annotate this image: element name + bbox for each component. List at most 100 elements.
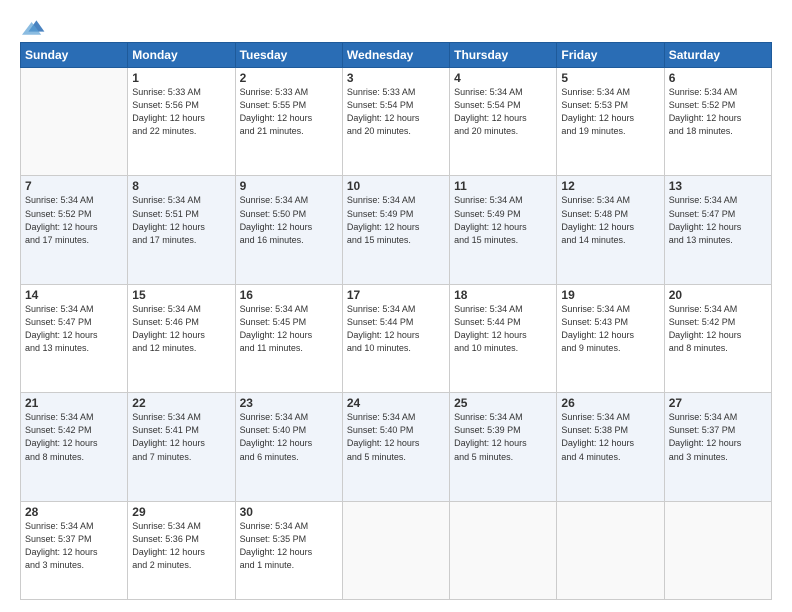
- calendar-day-cell: 2Sunrise: 5:33 AM Sunset: 5:55 PM Daylig…: [235, 68, 342, 176]
- day-info: Sunrise: 5:34 AM Sunset: 5:49 PM Dayligh…: [347, 194, 445, 246]
- day-number: 25: [454, 396, 552, 410]
- calendar-week-row: 14Sunrise: 5:34 AM Sunset: 5:47 PM Dayli…: [21, 284, 772, 392]
- calendar-day-cell: [21, 68, 128, 176]
- calendar-day-cell: 11Sunrise: 5:34 AM Sunset: 5:49 PM Dayli…: [450, 176, 557, 284]
- calendar-day-cell: 8Sunrise: 5:34 AM Sunset: 5:51 PM Daylig…: [128, 176, 235, 284]
- day-number: 14: [25, 288, 123, 302]
- day-number: 10: [347, 179, 445, 193]
- calendar-day-cell: 24Sunrise: 5:34 AM Sunset: 5:40 PM Dayli…: [342, 393, 449, 501]
- calendar-day-cell: 18Sunrise: 5:34 AM Sunset: 5:44 PM Dayli…: [450, 284, 557, 392]
- calendar-day-cell: [450, 501, 557, 599]
- day-info: Sunrise: 5:34 AM Sunset: 5:49 PM Dayligh…: [454, 194, 552, 246]
- calendar-day-cell: 6Sunrise: 5:34 AM Sunset: 5:52 PM Daylig…: [664, 68, 771, 176]
- day-number: 20: [669, 288, 767, 302]
- calendar-header-row: SundayMondayTuesdayWednesdayThursdayFrid…: [21, 43, 772, 68]
- day-info: Sunrise: 5:34 AM Sunset: 5:35 PM Dayligh…: [240, 520, 338, 572]
- calendar-day-cell: 13Sunrise: 5:34 AM Sunset: 5:47 PM Dayli…: [664, 176, 771, 284]
- calendar-day-cell: 10Sunrise: 5:34 AM Sunset: 5:49 PM Dayli…: [342, 176, 449, 284]
- day-info: Sunrise: 5:34 AM Sunset: 5:42 PM Dayligh…: [669, 303, 767, 355]
- day-number: 29: [132, 505, 230, 519]
- calendar-day-cell: 14Sunrise: 5:34 AM Sunset: 5:47 PM Dayli…: [21, 284, 128, 392]
- calendar-day-cell: 21Sunrise: 5:34 AM Sunset: 5:42 PM Dayli…: [21, 393, 128, 501]
- logo: [20, 16, 46, 32]
- day-number: 23: [240, 396, 338, 410]
- day-info: Sunrise: 5:33 AM Sunset: 5:56 PM Dayligh…: [132, 86, 230, 138]
- day-info: Sunrise: 5:33 AM Sunset: 5:55 PM Dayligh…: [240, 86, 338, 138]
- day-number: 28: [25, 505, 123, 519]
- page: SundayMondayTuesdayWednesdayThursdayFrid…: [0, 0, 792, 612]
- calendar-day-cell: 26Sunrise: 5:34 AM Sunset: 5:38 PM Dayli…: [557, 393, 664, 501]
- logo-icon: [22, 16, 46, 36]
- calendar-day-cell: 9Sunrise: 5:34 AM Sunset: 5:50 PM Daylig…: [235, 176, 342, 284]
- calendar-day-cell: 16Sunrise: 5:34 AM Sunset: 5:45 PM Dayli…: [235, 284, 342, 392]
- day-number: 6: [669, 71, 767, 85]
- day-info: Sunrise: 5:34 AM Sunset: 5:40 PM Dayligh…: [240, 411, 338, 463]
- day-number: 26: [561, 396, 659, 410]
- day-info: Sunrise: 5:34 AM Sunset: 5:37 PM Dayligh…: [669, 411, 767, 463]
- col-header-thursday: Thursday: [450, 43, 557, 68]
- day-number: 8: [132, 179, 230, 193]
- calendar-day-cell: [664, 501, 771, 599]
- calendar-day-cell: 23Sunrise: 5:34 AM Sunset: 5:40 PM Dayli…: [235, 393, 342, 501]
- day-info: Sunrise: 5:34 AM Sunset: 5:47 PM Dayligh…: [669, 194, 767, 246]
- day-number: 30: [240, 505, 338, 519]
- day-number: 2: [240, 71, 338, 85]
- day-info: Sunrise: 5:34 AM Sunset: 5:38 PM Dayligh…: [561, 411, 659, 463]
- calendar-day-cell: 20Sunrise: 5:34 AM Sunset: 5:42 PM Dayli…: [664, 284, 771, 392]
- day-number: 15: [132, 288, 230, 302]
- day-info: Sunrise: 5:34 AM Sunset: 5:52 PM Dayligh…: [669, 86, 767, 138]
- calendar-day-cell: 22Sunrise: 5:34 AM Sunset: 5:41 PM Dayli…: [128, 393, 235, 501]
- day-info: Sunrise: 5:34 AM Sunset: 5:52 PM Dayligh…: [25, 194, 123, 246]
- day-info: Sunrise: 5:34 AM Sunset: 5:54 PM Dayligh…: [454, 86, 552, 138]
- calendar-day-cell: 30Sunrise: 5:34 AM Sunset: 5:35 PM Dayli…: [235, 501, 342, 599]
- calendar-week-row: 21Sunrise: 5:34 AM Sunset: 5:42 PM Dayli…: [21, 393, 772, 501]
- col-header-saturday: Saturday: [664, 43, 771, 68]
- calendar-day-cell: [557, 501, 664, 599]
- calendar-day-cell: 25Sunrise: 5:34 AM Sunset: 5:39 PM Dayli…: [450, 393, 557, 501]
- day-info: Sunrise: 5:34 AM Sunset: 5:50 PM Dayligh…: [240, 194, 338, 246]
- day-info: Sunrise: 5:34 AM Sunset: 5:40 PM Dayligh…: [347, 411, 445, 463]
- day-number: 3: [347, 71, 445, 85]
- calendar-day-cell: 3Sunrise: 5:33 AM Sunset: 5:54 PM Daylig…: [342, 68, 449, 176]
- day-info: Sunrise: 5:34 AM Sunset: 5:46 PM Dayligh…: [132, 303, 230, 355]
- day-info: Sunrise: 5:34 AM Sunset: 5:45 PM Dayligh…: [240, 303, 338, 355]
- day-info: Sunrise: 5:34 AM Sunset: 5:47 PM Dayligh…: [25, 303, 123, 355]
- col-header-monday: Monday: [128, 43, 235, 68]
- day-number: 17: [347, 288, 445, 302]
- day-number: 11: [454, 179, 552, 193]
- day-number: 27: [669, 396, 767, 410]
- calendar-day-cell: 17Sunrise: 5:34 AM Sunset: 5:44 PM Dayli…: [342, 284, 449, 392]
- calendar-day-cell: 15Sunrise: 5:34 AM Sunset: 5:46 PM Dayli…: [128, 284, 235, 392]
- calendar-day-cell: 5Sunrise: 5:34 AM Sunset: 5:53 PM Daylig…: [557, 68, 664, 176]
- calendar-day-cell: 1Sunrise: 5:33 AM Sunset: 5:56 PM Daylig…: [128, 68, 235, 176]
- day-number: 13: [669, 179, 767, 193]
- day-number: 4: [454, 71, 552, 85]
- col-header-wednesday: Wednesday: [342, 43, 449, 68]
- calendar-day-cell: 28Sunrise: 5:34 AM Sunset: 5:37 PM Dayli…: [21, 501, 128, 599]
- calendar-week-row: 1Sunrise: 5:33 AM Sunset: 5:56 PM Daylig…: [21, 68, 772, 176]
- calendar-day-cell: 4Sunrise: 5:34 AM Sunset: 5:54 PM Daylig…: [450, 68, 557, 176]
- day-number: 19: [561, 288, 659, 302]
- day-info: Sunrise: 5:34 AM Sunset: 5:41 PM Dayligh…: [132, 411, 230, 463]
- day-info: Sunrise: 5:34 AM Sunset: 5:37 PM Dayligh…: [25, 520, 123, 572]
- day-info: Sunrise: 5:34 AM Sunset: 5:48 PM Dayligh…: [561, 194, 659, 246]
- day-info: Sunrise: 5:34 AM Sunset: 5:44 PM Dayligh…: [454, 303, 552, 355]
- col-header-tuesday: Tuesday: [235, 43, 342, 68]
- day-number: 5: [561, 71, 659, 85]
- calendar-week-row: 7Sunrise: 5:34 AM Sunset: 5:52 PM Daylig…: [21, 176, 772, 284]
- calendar-day-cell: [342, 501, 449, 599]
- day-info: Sunrise: 5:34 AM Sunset: 5:43 PM Dayligh…: [561, 303, 659, 355]
- day-info: Sunrise: 5:34 AM Sunset: 5:36 PM Dayligh…: [132, 520, 230, 572]
- day-number: 21: [25, 396, 123, 410]
- day-info: Sunrise: 5:34 AM Sunset: 5:39 PM Dayligh…: [454, 411, 552, 463]
- calendar-day-cell: 29Sunrise: 5:34 AM Sunset: 5:36 PM Dayli…: [128, 501, 235, 599]
- day-info: Sunrise: 5:33 AM Sunset: 5:54 PM Dayligh…: [347, 86, 445, 138]
- calendar-day-cell: 7Sunrise: 5:34 AM Sunset: 5:52 PM Daylig…: [21, 176, 128, 284]
- day-info: Sunrise: 5:34 AM Sunset: 5:42 PM Dayligh…: [25, 411, 123, 463]
- calendar-day-cell: 12Sunrise: 5:34 AM Sunset: 5:48 PM Dayli…: [557, 176, 664, 284]
- calendar-day-cell: 27Sunrise: 5:34 AM Sunset: 5:37 PM Dayli…: [664, 393, 771, 501]
- calendar-day-cell: 19Sunrise: 5:34 AM Sunset: 5:43 PM Dayli…: [557, 284, 664, 392]
- day-number: 9: [240, 179, 338, 193]
- day-number: 12: [561, 179, 659, 193]
- calendar-week-row: 28Sunrise: 5:34 AM Sunset: 5:37 PM Dayli…: [21, 501, 772, 599]
